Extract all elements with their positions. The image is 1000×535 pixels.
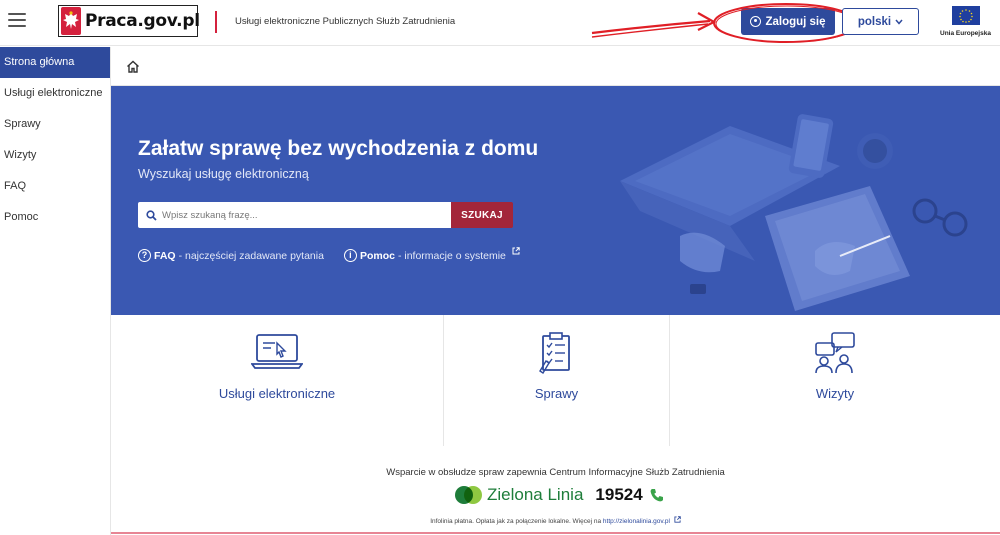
tile-cases[interactable]: Sprawy: [444, 315, 670, 446]
faq-link-label: FAQ: [154, 249, 176, 262]
sidebar-item-cases[interactable]: Sprawy: [0, 109, 110, 140]
external-link-icon: [512, 246, 520, 254]
laptop-icon: [251, 334, 303, 369]
support-text: Wsparcie w obsłudze spraw zapewnia Centr…: [386, 467, 725, 478]
search-button[interactable]: SZUKAJ: [451, 202, 513, 228]
sidebar-item-help[interactable]: Pomoc: [0, 202, 110, 233]
site-logo[interactable]: Praca.gov.pl: [58, 5, 200, 37]
hero-desk-illustration: [580, 86, 1000, 315]
help-link-desc: - informacje o systemie: [397, 249, 506, 262]
tile-cases-label: Sprawy: [534, 386, 579, 401]
sidebar-item-home[interactable]: Strona główna: [0, 47, 110, 78]
chevron-down-icon: [895, 19, 903, 25]
green-line-number: 19524: [595, 485, 643, 504]
search-box: [138, 202, 451, 228]
info-circle-icon: i: [343, 249, 357, 262]
question-circle-icon: ?: [138, 249, 151, 262]
tile-visits-label: Wizyty: [815, 386, 855, 401]
faq-link[interactable]: ? FAQ - najczęściej zadawane pytania: [138, 249, 324, 262]
header-subtitle: Usługi elektroniczne Publicznych Służb Z…: [235, 16, 456, 27]
green-line-hotline: Zielona Linia 19524: [455, 485, 665, 505]
home-icon[interactable]: [126, 60, 140, 73]
language-select[interactable]: polski: [842, 8, 919, 35]
top-header: Praca.gov.pl Usługi elektroniczne Public…: [0, 0, 1000, 46]
green-line-name: Zielona Linia: [487, 485, 584, 504]
faq-link-desc: - najczęściej zadawane pytania: [178, 249, 324, 262]
service-tiles: Usługi elektroniczne Sprawy Wizyty: [111, 315, 1000, 446]
search-input[interactable]: [162, 209, 442, 221]
breadcrumb: [111, 47, 1000, 86]
eu-flag-icon: [952, 6, 980, 25]
language-label: polski: [857, 15, 892, 28]
tile-e-services-label: Usługi elektroniczne: [218, 386, 336, 401]
hamburger-menu-icon[interactable]: [8, 13, 26, 29]
clipboard-icon: [538, 332, 570, 374]
hero-links: ? FAQ - najczęściej zadawane pytania i P…: [138, 246, 520, 262]
help-link[interactable]: i Pomoc - informacje o systemie: [343, 246, 520, 262]
help-link-label: Pomoc: [359, 249, 395, 262]
hero-title: Załatw sprawę bez wychodzenia z domu: [138, 137, 539, 160]
header-divider: [215, 11, 217, 33]
meeting-icon: [815, 332, 855, 374]
login-button[interactable]: Zaloguj się: [741, 8, 835, 35]
green-line-website-link[interactable]: http://zielonalinia.gov.pl: [603, 518, 670, 525]
eu-label: Unia Europejska: [940, 30, 991, 37]
green-line-logo-icon: [455, 486, 482, 504]
tile-e-services[interactable]: Usługi elektroniczne: [111, 315, 444, 446]
sidebar-item-visits[interactable]: Wizyty: [0, 140, 110, 171]
footnote-text: Infolinia płatna. Opłata jak za połączen…: [430, 518, 603, 525]
hero-subtitle: Wyszukaj usługę elektroniczną: [138, 167, 309, 181]
sidebar-item-faq[interactable]: FAQ: [0, 171, 110, 202]
login-label: Zaloguj się: [765, 15, 826, 28]
page: Praca.gov.pl Usługi elektroniczne Public…: [0, 0, 1000, 535]
tile-visits[interactable]: Wizyty: [670, 315, 1000, 446]
external-link-icon: [674, 516, 681, 523]
hero-banner: Załatw sprawę bez wychodzenia z domu Wys…: [111, 86, 1000, 315]
search-icon: [146, 209, 157, 221]
sidebar-nav: Strona główna Usługi elektroniczne Spraw…: [0, 47, 111, 535]
logo-text: Praca.gov.pl: [85, 11, 200, 31]
footnote: Infolinia płatna. Opłata jak za połączen…: [111, 516, 1000, 525]
user-circle-icon: [750, 16, 762, 27]
phone-icon: [650, 489, 663, 502]
annotation-arrow: [591, 12, 717, 38]
sidebar-item-e-services[interactable]: Usługi elektroniczne: [0, 78, 110, 109]
bottom-accent-line: [111, 532, 1000, 534]
eagle-emblem-icon: [61, 7, 81, 35]
